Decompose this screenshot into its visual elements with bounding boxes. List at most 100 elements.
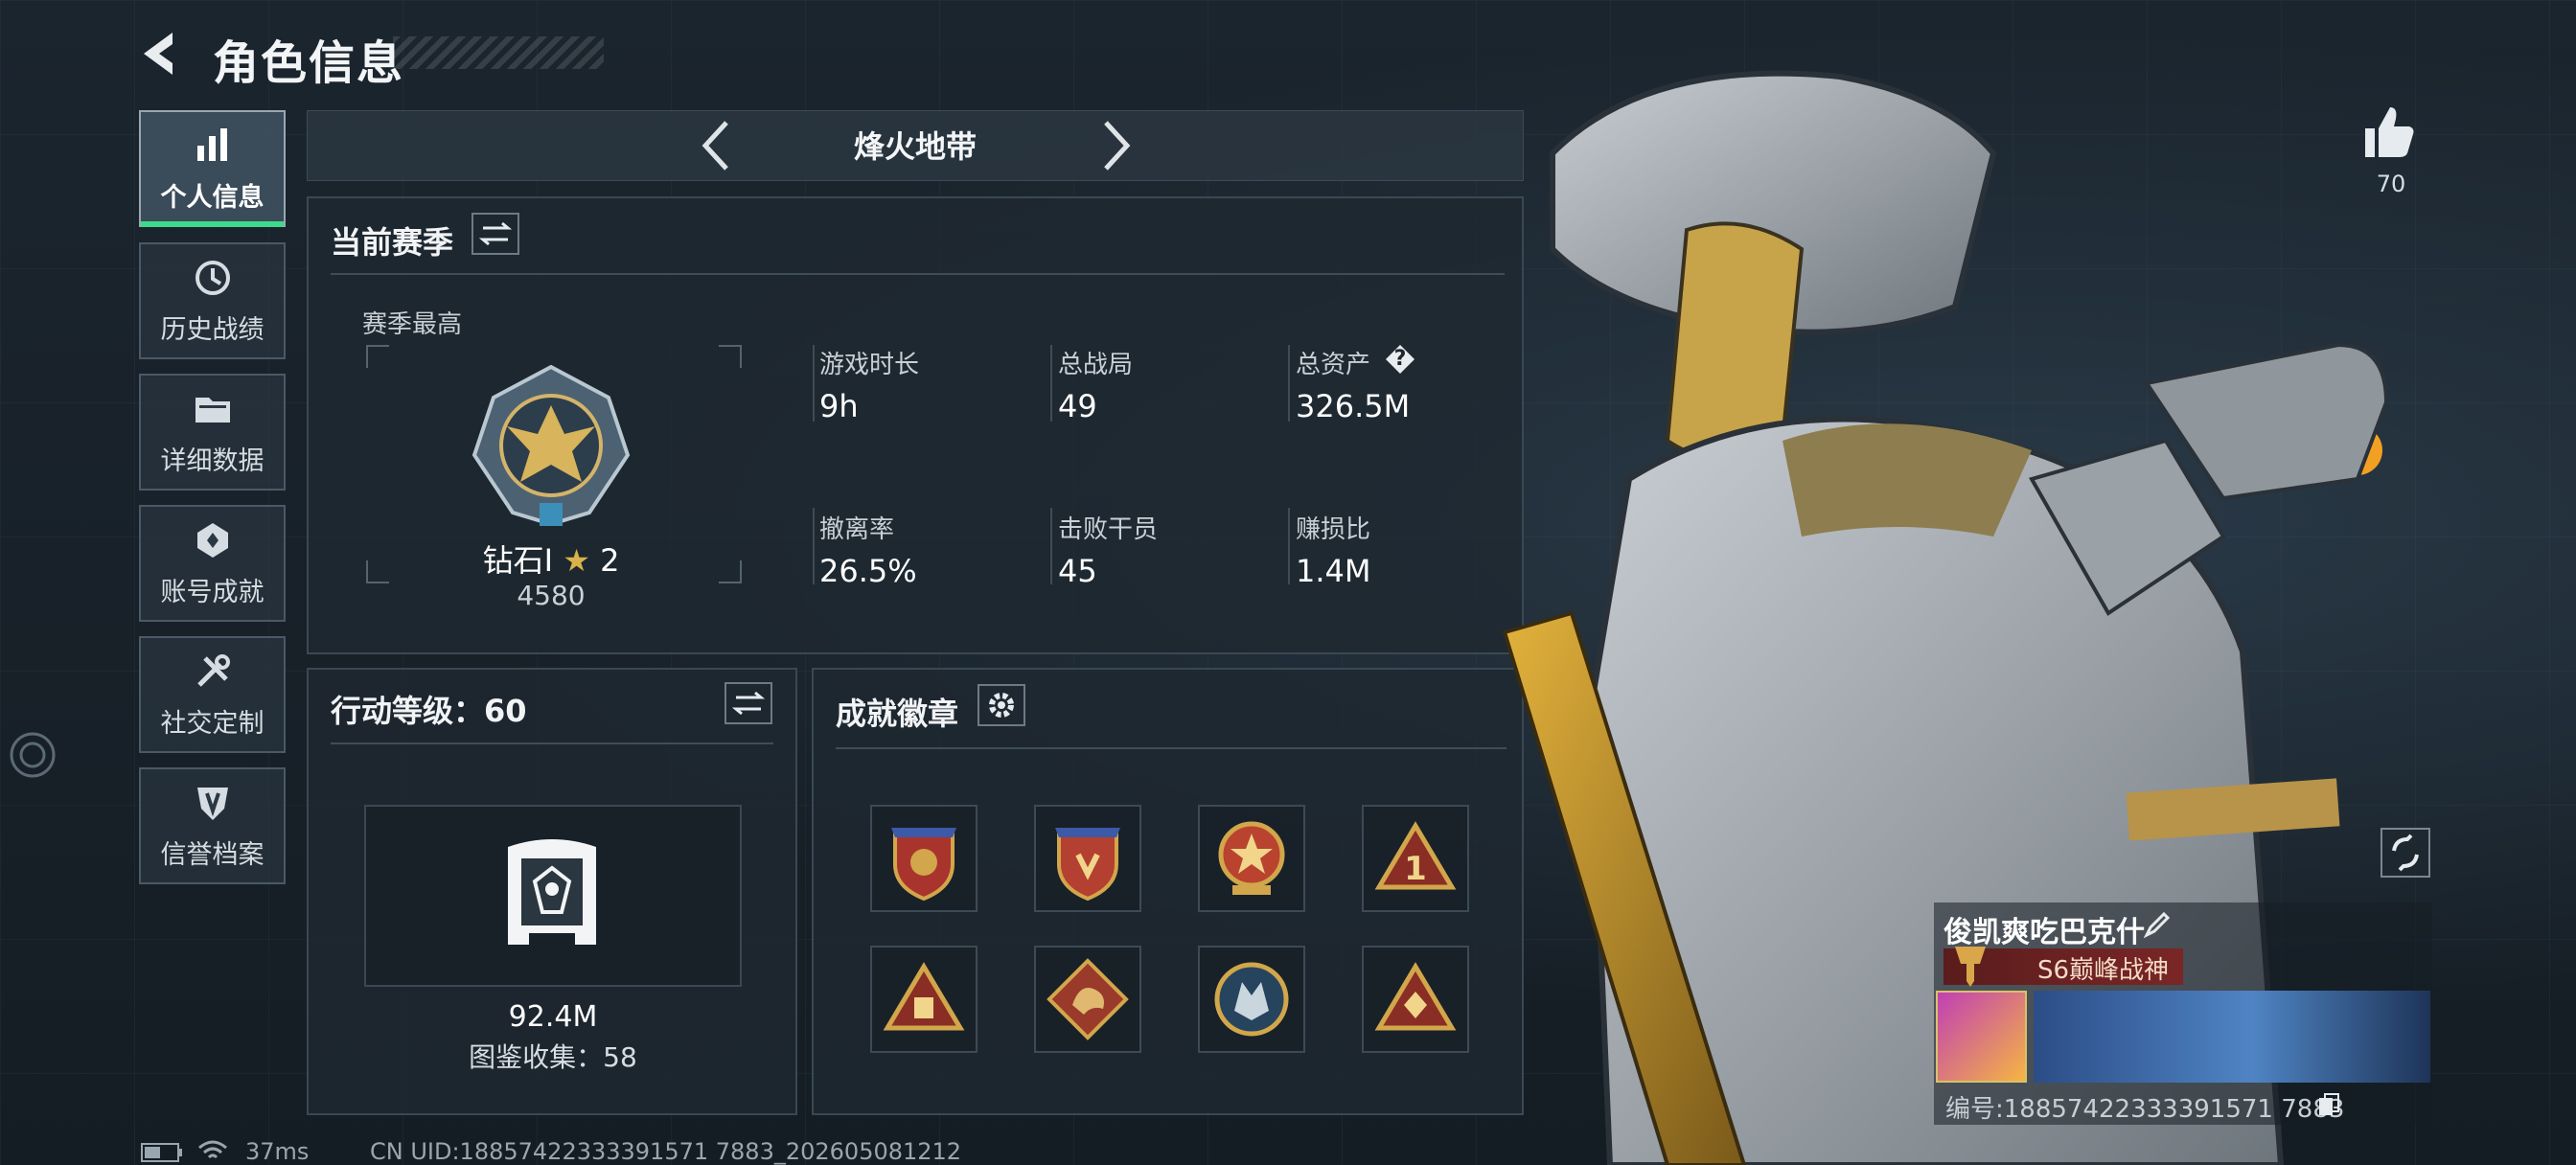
badge-slot[interactable] <box>1362 946 1469 1053</box>
player-card-id: 编号:18857422333391571 7883 <box>1945 1095 2345 1124</box>
wifi-icon <box>198 1140 227 1159</box>
svg-text:1: 1 <box>1404 850 1427 888</box>
badge-slot[interactable] <box>1198 805 1305 912</box>
action-level-divider <box>331 742 773 744</box>
mode-title: 烽火地带 <box>853 128 977 165</box>
uid-text: CN UID:18857422333391571 7883_2026050812… <box>370 1138 962 1165</box>
stat-value-profit-loss: 1.4M <box>1296 553 1371 589</box>
next-mode-arrow-icon[interactable] <box>1100 119 1135 172</box>
stat-divider <box>1050 345 1052 422</box>
like-count: 70 <box>2376 171 2406 197</box>
like-thumb-icon[interactable] <box>2359 103 2417 161</box>
badges-divider <box>836 747 1506 749</box>
dragon-diamond-badge-icon <box>1046 958 1129 1040</box>
swap-icon <box>478 221 513 246</box>
stat-value-extract-rate: 26.5% <box>819 553 917 589</box>
frame-corner <box>719 345 742 368</box>
stat-divider <box>813 345 815 422</box>
stat-label-operators-defeated: 击败干员 <box>1058 515 1159 544</box>
triangle-emblem-badge-icon <box>1374 962 1457 1031</box>
tools-icon <box>196 653 230 687</box>
rank-line: 钻石Ⅰ ★ 2 <box>479 537 623 581</box>
stat-label-extract-rate: 撤离率 <box>819 515 895 544</box>
rank-trophy-icon <box>1955 947 1986 987</box>
sidebar-item-history[interactable]: 历史战绩 <box>139 242 286 359</box>
stat-divider <box>1050 508 1052 584</box>
rank-title: S6巅峰战神 <box>2037 956 2170 985</box>
sidebar-item-label: 账号成就 <box>160 577 264 607</box>
sidebar-item-social-custom[interactable]: 社交定制 <box>139 636 286 753</box>
sidebar-item-label: 社交定制 <box>160 708 264 739</box>
sidebar-item-account-achievement[interactable]: 账号成就 <box>139 505 286 622</box>
title-decoration <box>393 36 604 69</box>
target-ring-icon <box>10 732 56 778</box>
season-switch-button[interactable] <box>472 213 519 255</box>
player-avatar[interactable] <box>1936 991 2027 1083</box>
frame-corner <box>719 560 742 583</box>
badge-slot[interactable] <box>870 805 978 912</box>
season-best-label: 赛季最高 <box>362 310 463 339</box>
rank-stars: 2 <box>600 542 620 579</box>
ping-value: 37ms <box>245 1138 310 1165</box>
back-arrow-icon[interactable] <box>134 27 188 80</box>
gold-star-icon: ★ <box>563 542 590 579</box>
triangle-number-badge-icon: 1 <box>1374 821 1457 890</box>
collection-case-icon <box>508 839 596 945</box>
badge-slot[interactable] <box>1198 946 1305 1053</box>
sidebar-item-label: 详细数据 <box>160 445 264 476</box>
stat-label-play-time: 游戏时长 <box>819 351 920 379</box>
swap-icon <box>731 691 766 716</box>
action-level-switch-button[interactable] <box>724 682 772 724</box>
season-divider <box>331 273 1505 275</box>
sidebar-item-label: 历史战绩 <box>160 314 264 345</box>
sidebar-item-detailed-data[interactable]: 详细数据 <box>139 374 286 491</box>
rank-points: 4580 <box>517 580 586 611</box>
diamond-rank-emblem-icon <box>472 364 631 527</box>
stat-divider <box>1288 345 1290 422</box>
badges-settings-button[interactable] <box>978 684 1025 726</box>
season-title: 当前赛季 <box>331 224 454 261</box>
collection-count: 图鉴收集：58 <box>469 1041 637 1073</box>
refresh-button[interactable] <box>2380 828 2430 878</box>
badge-slot[interactable] <box>1034 805 1141 912</box>
achievement-icon <box>196 522 228 558</box>
stat-label-profit-loss: 赚损比 <box>1296 515 1371 544</box>
copy-icon[interactable] <box>2317 1092 2340 1117</box>
frame-corner <box>366 345 389 368</box>
action-level-title: 行动等级：60 <box>331 693 527 729</box>
history-clock-icon <box>195 260 230 295</box>
frame-corner <box>366 560 389 583</box>
stat-label-total-assets: 总资产 <box>1296 351 1371 379</box>
badge-slot[interactable]: 1 <box>1362 805 1469 912</box>
rank-name: 钻石Ⅰ <box>482 542 554 579</box>
shield-badge-icon <box>1055 828 1120 902</box>
previous-mode-arrow-icon[interactable] <box>698 119 732 172</box>
stat-value-total-assets: 326.5M <box>1296 388 1411 424</box>
credit-shield-icon <box>196 787 228 820</box>
player-card-banner-image[interactable] <box>2034 991 2430 1083</box>
wolf-circle-badge-icon <box>1214 962 1289 1037</box>
badges-title: 成就徽章 <box>836 696 959 732</box>
triangle-chip-badge-icon <box>883 962 965 1031</box>
stat-divider <box>1288 508 1290 584</box>
stat-value-play-time: 9h <box>819 388 859 424</box>
stat-value-operators-defeated: 45 <box>1058 553 1097 589</box>
shield-badge-icon <box>891 828 956 902</box>
sidebar-item-label: 个人信息 <box>160 182 264 213</box>
folder-icon <box>195 397 230 423</box>
collection-value: 92.4M <box>508 1000 598 1034</box>
stat-divider <box>813 508 815 584</box>
battery-icon <box>141 1143 182 1162</box>
sidebar-item-personal-info[interactable]: 个人信息 <box>139 110 286 227</box>
badge-slot[interactable] <box>1034 946 1141 1053</box>
badge-slot[interactable] <box>870 946 978 1053</box>
sidebar-item-credit-file[interactable]: 信誉档案 <box>139 767 286 884</box>
stat-label-total-matches: 总战局 <box>1058 351 1134 379</box>
gear-icon <box>989 693 1014 718</box>
edit-pencil-icon[interactable] <box>2143 910 2172 939</box>
star-medal-icon <box>1218 821 1285 895</box>
sidebar-item-label: 信誉档案 <box>160 839 264 870</box>
refresh-icon <box>2392 834 2419 872</box>
stat-value-total-matches: 49 <box>1058 388 1097 424</box>
page-title: 角色信息 <box>213 36 405 90</box>
